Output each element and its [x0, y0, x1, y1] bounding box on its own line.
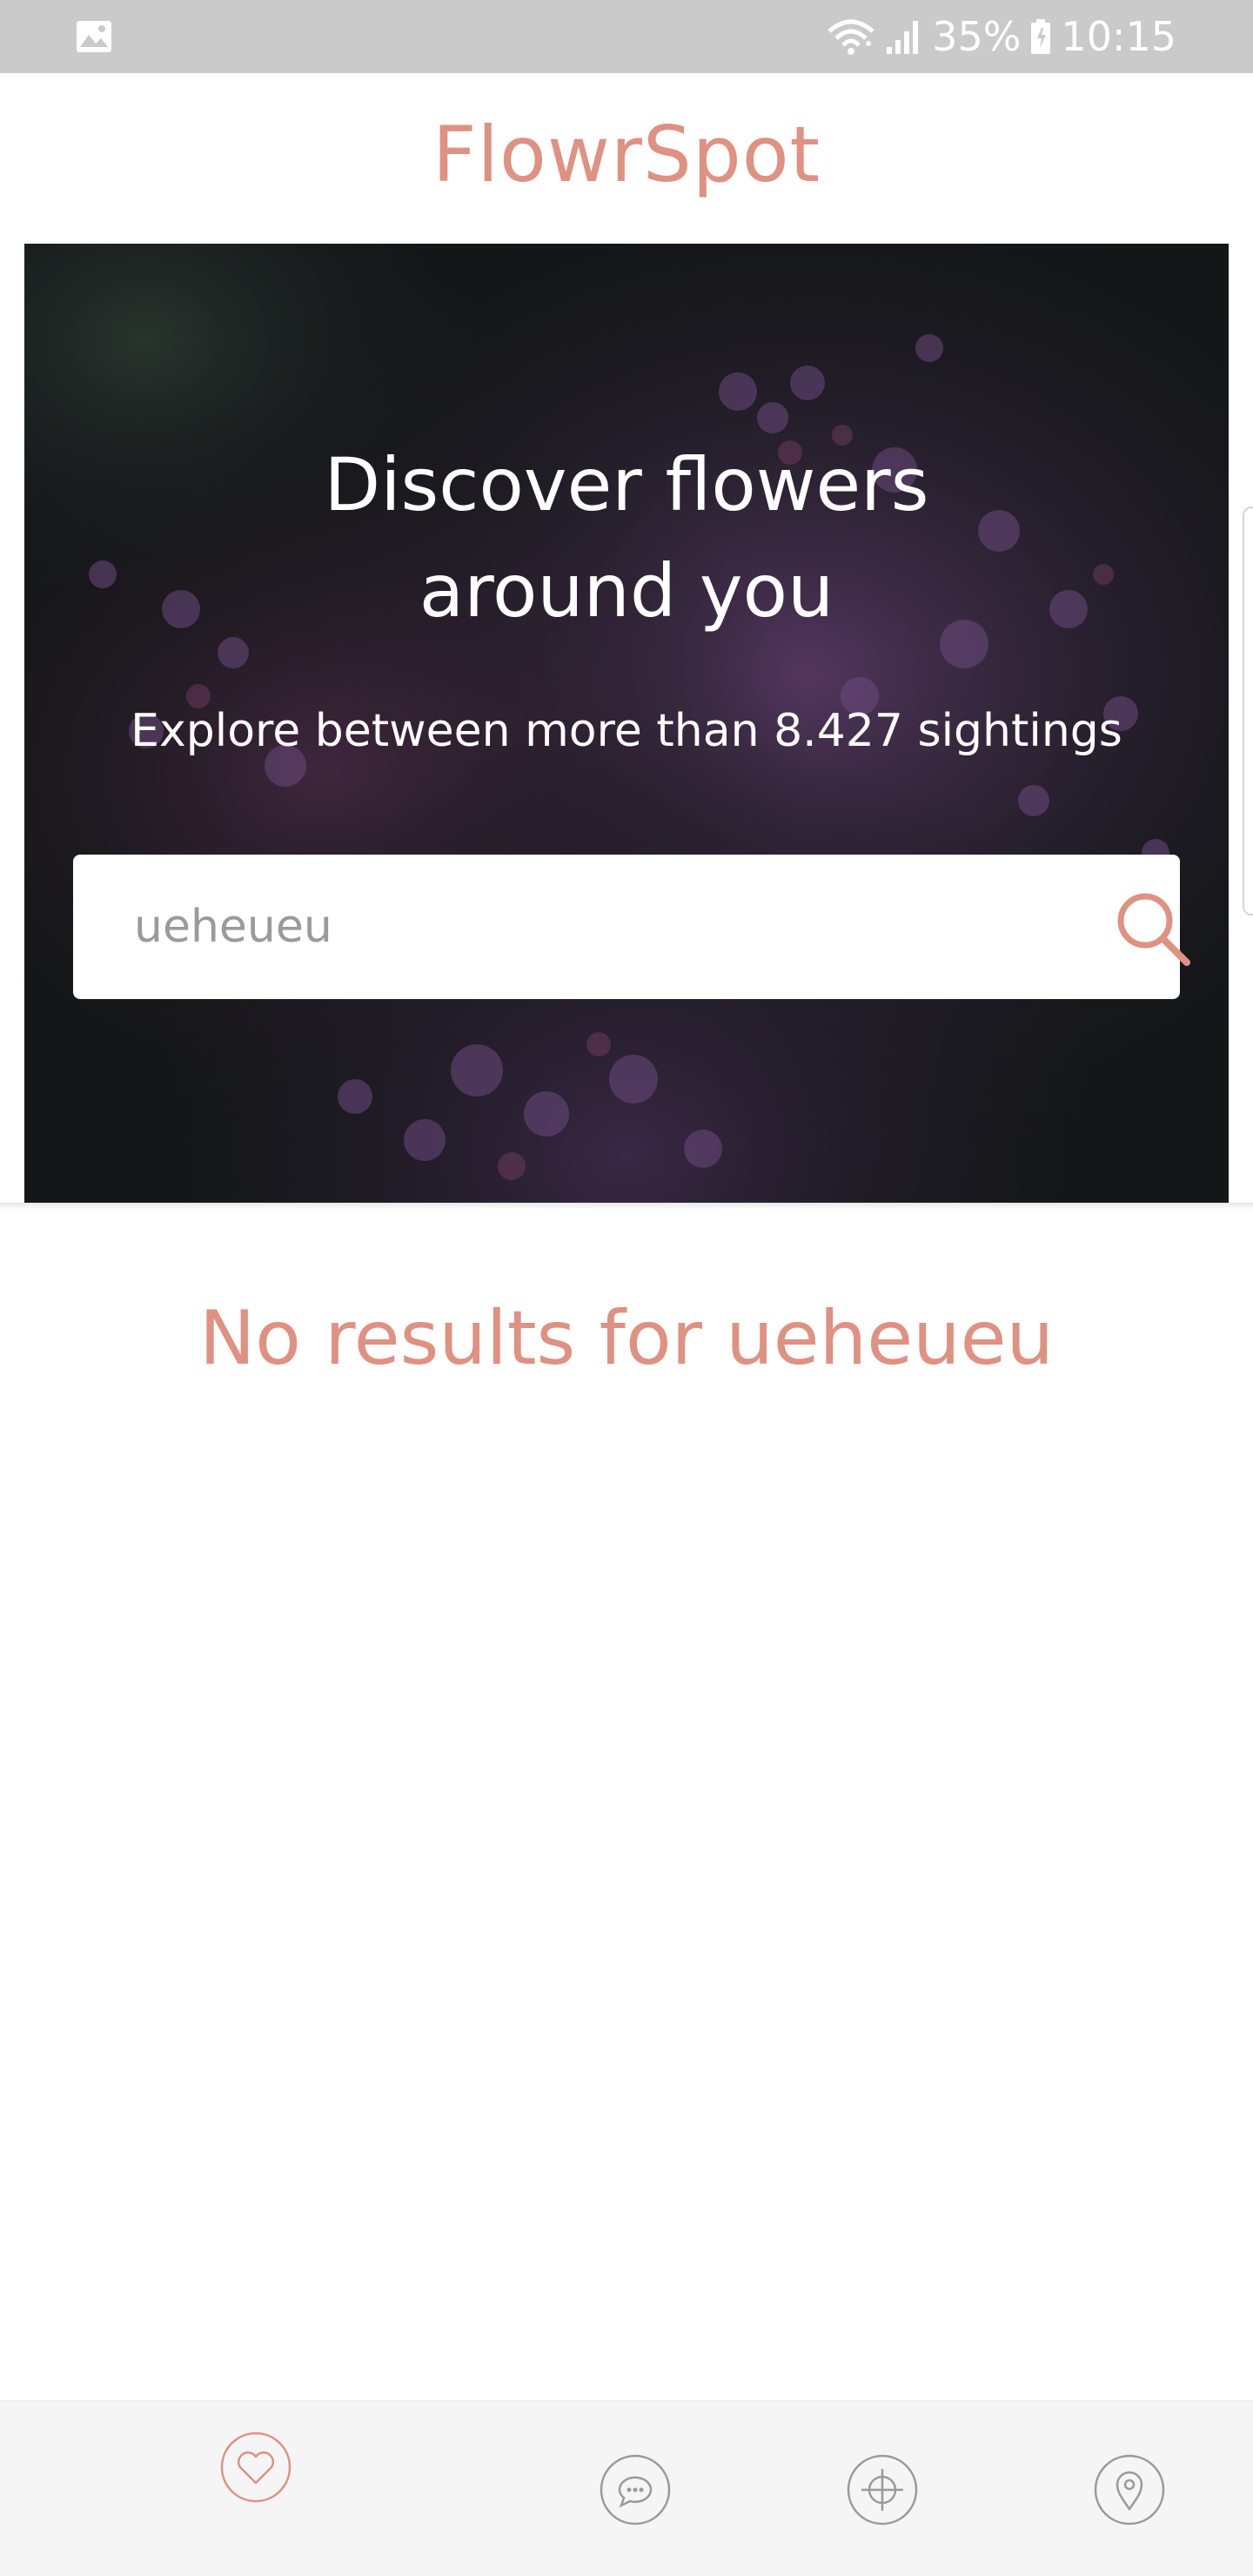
search-icon[interactable]	[1114, 889, 1192, 968]
divider	[0, 1203, 1253, 1210]
crosshair-icon	[847, 2454, 918, 2526]
gallery-icon	[77, 21, 111, 52]
nav-comments[interactable]	[599, 2453, 672, 2526]
hero-banner: Discover flowers around you Explore betw…	[24, 244, 1229, 1203]
status-indicators: 35% 10:15	[826, 0, 1176, 73]
comment-icon	[600, 2454, 671, 2526]
status-bar: 35% 10:15	[0, 0, 1253, 73]
hero-title-line-1: Discover flowers	[324, 442, 929, 527]
bottom-navigation	[0, 2400, 1253, 2576]
search-input[interactable]	[134, 855, 1039, 999]
hero-title: Discover flowers around you	[24, 432, 1229, 644]
nav-favorites[interactable]	[219, 2431, 292, 2504]
edge-panel-handle[interactable]	[1243, 506, 1253, 916]
no-results-message: No results for ueheueu	[198, 1295, 1055, 1382]
heart-icon	[220, 2432, 291, 2503]
hero-title-line-2: around you	[419, 548, 834, 634]
battery-percent: 35%	[932, 13, 1022, 60]
nav-locations[interactable]	[1093, 2453, 1166, 2526]
clock: 10:15	[1061, 13, 1176, 60]
app-header: FlowrSpot	[0, 73, 1253, 244]
signal-icon	[887, 21, 919, 54]
battery-icon	[1031, 19, 1051, 54]
nav-explore[interactable]	[846, 2453, 919, 2526]
location-pin-icon	[1094, 2454, 1165, 2526]
wifi-icon	[828, 19, 874, 55]
search-box	[73, 855, 1190, 999]
hero-subtitle: Explore between more than 8.427 sighting…	[131, 705, 1122, 757]
app-title: FlowrSpot	[432, 110, 821, 199]
